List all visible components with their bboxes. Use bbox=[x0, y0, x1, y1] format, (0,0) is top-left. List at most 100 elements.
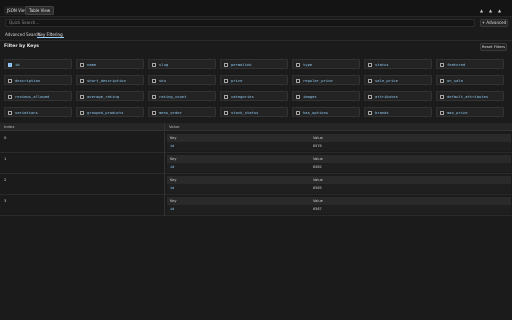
key-filter-label: id bbox=[15, 61, 20, 67]
checkbox[interactable] bbox=[152, 94, 156, 99]
key-filter-label: rating_count bbox=[159, 93, 187, 99]
key-filter-type[interactable]: type bbox=[292, 59, 360, 69]
key-filter-max-price[interactable]: max_price bbox=[436, 107, 504, 117]
key-filter-label: variations bbox=[15, 109, 38, 115]
checkbox[interactable] bbox=[224, 78, 228, 83]
checkbox[interactable] bbox=[224, 62, 228, 67]
collapse-icon[interactable]: ▲ bbox=[498, 8, 501, 13]
key-filter-sale-price[interactable]: sale_price bbox=[364, 75, 432, 85]
key-filter-on-sale[interactable]: on_sale bbox=[436, 75, 504, 85]
tab-advanced-search[interactable]: Advanced Search bbox=[4, 31, 41, 38]
nested-value: 6576 bbox=[313, 144, 322, 148]
key-filter-label: categories bbox=[231, 93, 254, 99]
nested-table: Key Value id 6576 bbox=[167, 134, 511, 151]
checkbox[interactable] bbox=[8, 110, 12, 115]
advanced-button[interactable]: + Advanced bbox=[480, 19, 508, 27]
key-filter-slug[interactable]: slug bbox=[148, 59, 216, 69]
checkbox[interactable] bbox=[368, 78, 372, 83]
key-filter-menu-order[interactable]: menu_order bbox=[148, 107, 216, 117]
key-filter-average-rating[interactable]: average_rating bbox=[76, 91, 144, 101]
scroll-up-alt-icon[interactable]: ▲ bbox=[489, 8, 492, 13]
key-filter-label: on_sale bbox=[447, 77, 464, 83]
nested-table-row: id 6582 bbox=[167, 163, 511, 172]
checkbox[interactable] bbox=[8, 62, 12, 67]
key-filter-variations[interactable]: variations bbox=[4, 107, 72, 117]
nested-table-header: Key Value bbox=[167, 155, 511, 163]
nested-header-value: Value bbox=[313, 136, 323, 140]
nested-value: 6587 bbox=[313, 207, 322, 211]
nested-header-value: Value bbox=[313, 199, 323, 203]
key-filter-sku[interactable]: sku bbox=[148, 75, 216, 85]
key-filter-price[interactable]: price bbox=[220, 75, 288, 85]
checkbox[interactable] bbox=[440, 110, 444, 115]
key-filter-regular-price[interactable]: regular_price bbox=[292, 75, 360, 85]
checkbox[interactable] bbox=[296, 62, 300, 67]
checkbox[interactable] bbox=[80, 78, 84, 83]
key-filter-label: average_rating bbox=[87, 93, 120, 99]
nested-table-header: Key Value bbox=[167, 134, 511, 142]
key-filter-description[interactable]: description bbox=[4, 75, 72, 85]
key-filter-default-attributes[interactable]: default_attributes bbox=[436, 91, 504, 101]
key-filter-label: description bbox=[15, 77, 41, 83]
nested-header-key: Key bbox=[170, 178, 177, 182]
checkbox[interactable] bbox=[80, 94, 84, 99]
key-filter-label: short_description bbox=[87, 77, 126, 83]
key-filter-label: brands bbox=[375, 109, 389, 115]
checkbox[interactable] bbox=[368, 62, 372, 67]
checkbox[interactable] bbox=[368, 94, 372, 99]
key-filter-id[interactable]: id bbox=[4, 59, 72, 69]
table-row: 2 Key Value id 6585 bbox=[0, 174, 512, 195]
row-value-cell: Key Value id 6585 bbox=[164, 174, 512, 195]
checkbox[interactable] bbox=[368, 110, 372, 115]
key-filter-label: status bbox=[375, 61, 389, 67]
nested-key: id bbox=[170, 165, 175, 169]
reset-filters-button[interactable]: Reset Filters bbox=[480, 43, 507, 51]
key-filter-stock-status[interactable]: stock_status bbox=[220, 107, 288, 117]
tab-table-view[interactable]: Table View bbox=[25, 6, 55, 15]
checkbox[interactable] bbox=[152, 110, 156, 115]
checkbox[interactable] bbox=[440, 62, 444, 67]
column-header-index: Index bbox=[0, 123, 164, 131]
key-filter-label: price bbox=[231, 77, 243, 83]
nested-table-row: id 6587 bbox=[167, 205, 511, 214]
tab-key-filtering[interactable]: Key Filtering bbox=[37, 31, 64, 38]
key-filter-name[interactable]: name bbox=[76, 59, 144, 69]
results-table: Index Value 0 Key Value id 6576 1 Key Value id 65… bbox=[0, 123, 512, 216]
checkbox[interactable] bbox=[152, 62, 156, 67]
checkbox[interactable] bbox=[440, 94, 444, 99]
checkbox[interactable] bbox=[224, 94, 228, 99]
key-filter-label: regular_price bbox=[303, 77, 333, 83]
nested-key: id bbox=[170, 144, 175, 148]
checkbox[interactable] bbox=[296, 78, 300, 83]
key-filter-images[interactable]: images bbox=[292, 91, 360, 101]
key-filter-categories[interactable]: categories bbox=[220, 91, 288, 101]
key-filter-attributes[interactable]: attributes bbox=[364, 91, 432, 101]
nested-value: 6585 bbox=[313, 186, 322, 190]
key-filter-reviews-allowed[interactable]: reviews_allowed bbox=[4, 91, 72, 101]
checkbox[interactable] bbox=[80, 110, 84, 115]
checkbox[interactable] bbox=[296, 94, 300, 99]
key-filter-short-description[interactable]: short_description bbox=[76, 75, 144, 85]
checkbox[interactable] bbox=[440, 78, 444, 83]
nested-table-header: Key Value bbox=[167, 197, 511, 205]
scroll-up-icon[interactable]: ▲ bbox=[480, 8, 483, 13]
checkbox[interactable] bbox=[224, 110, 228, 115]
top-bar: JSON View Table View ▲ ▲ ▲ bbox=[0, 0, 512, 17]
checkbox[interactable] bbox=[80, 62, 84, 67]
key-filter-has-options[interactable]: has_options bbox=[292, 107, 360, 117]
table-row: 3 Key Value id 6587 bbox=[0, 195, 512, 216]
key-filter-brands[interactable]: brands bbox=[364, 107, 432, 117]
key-filter-permalink[interactable]: permalink bbox=[220, 59, 288, 69]
key-filter-rating-count[interactable]: rating_count bbox=[148, 91, 216, 101]
key-filter-label: name bbox=[87, 61, 97, 67]
key-filter-grouped-products[interactable]: grouped_products bbox=[76, 107, 144, 117]
key-filter-label: featured bbox=[447, 61, 466, 67]
quick-search-input[interactable]: Quick Search... bbox=[5, 19, 475, 27]
checkbox[interactable] bbox=[8, 94, 12, 99]
checkbox[interactable] bbox=[8, 78, 12, 83]
key-filter-label: sale_price bbox=[375, 77, 398, 83]
key-filter-featured[interactable]: featured bbox=[436, 59, 504, 69]
checkbox[interactable] bbox=[152, 78, 156, 83]
checkbox[interactable] bbox=[296, 110, 300, 115]
key-filter-status[interactable]: status bbox=[364, 59, 432, 69]
